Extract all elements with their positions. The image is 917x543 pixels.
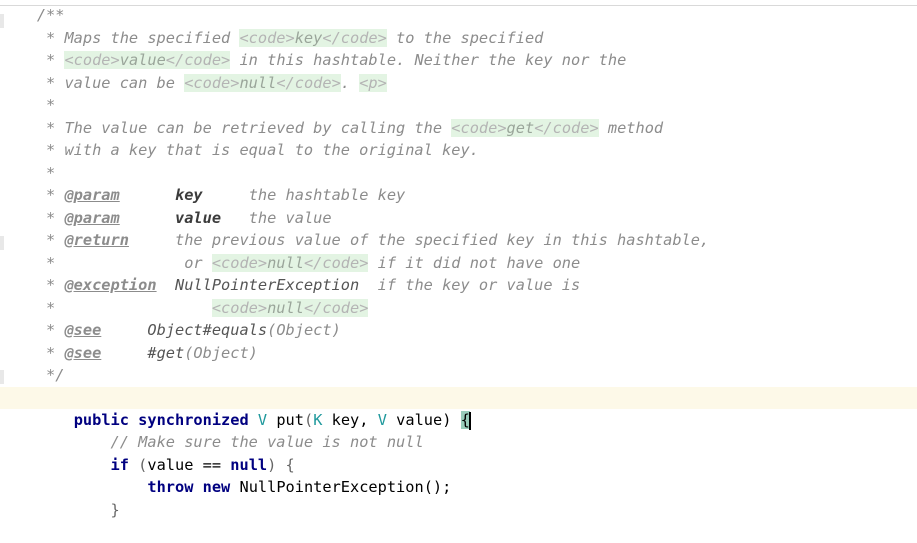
javadoc-tag: @see <box>64 344 102 362</box>
javadoc-text: * Maps the specified <box>0 29 240 47</box>
javadoc-spacing <box>129 231 175 249</box>
javadoc-description: the hashtable key <box>248 186 406 204</box>
javadoc-tag: @return <box>64 231 129 249</box>
code-line-if[interactable]: if (value == null) { <box>0 432 917 474</box>
javadoc-tag: @see <box>64 321 102 339</box>
javadoc-line[interactable]: * @see Object#equals(Object) <box>0 319 917 341</box>
javadoc-signature: (Object) <box>184 344 258 362</box>
javadoc-text: method <box>598 119 664 137</box>
code-line-throw[interactable]: throw new NullPointerException(); <box>0 454 917 496</box>
javadoc-text: * <box>0 96 56 114</box>
javadoc-text: * <box>0 276 65 294</box>
javadoc-text: * <box>0 186 65 204</box>
javadoc-text: in this hashtable. Neither the key nor t… <box>230 51 627 69</box>
javadoc-text: * <box>0 209 65 227</box>
html-tag-content: key <box>294 29 323 47</box>
html-tag-content: null <box>267 254 304 272</box>
javadoc-line[interactable]: * @exception NullPointerException if the… <box>0 274 917 296</box>
javadoc-line[interactable]: */ <box>0 364 917 386</box>
javadoc-text: if it did not have one <box>368 254 581 272</box>
html-tag-open: <code> <box>211 299 268 317</box>
javadoc-param-name: value <box>175 209 222 227</box>
javadoc-reference: #get <box>147 344 185 362</box>
code-line-method-signature[interactable]: public synchronized V put(K key, V value… <box>0 387 917 430</box>
html-tag-close: </code> <box>322 29 387 47</box>
html-tag-content: null <box>239 74 277 92</box>
javadoc-spacing <box>101 344 147 362</box>
javadoc-reference: NullPointerException <box>175 276 360 294</box>
html-tag-content: value <box>119 51 166 69</box>
javadoc-spacing <box>157 276 175 294</box>
javadoc-text: to the specified <box>386 29 544 47</box>
html-tag-close: </code> <box>303 299 369 317</box>
html-tag-open: <code> <box>211 254 268 272</box>
javadoc-spacing <box>221 209 249 227</box>
javadoc-text: * or <box>0 254 212 272</box>
javadoc-reference: Object#equals <box>147 321 268 339</box>
html-tag-open: <code> <box>184 74 240 92</box>
html-tag-content: null <box>267 299 304 317</box>
html-tag-close: </code> <box>276 74 341 92</box>
javadoc-line[interactable]: * <box>0 94 917 116</box>
javadoc-line[interactable]: * <box>0 162 917 184</box>
javadoc-text: */ <box>0 366 65 384</box>
code-editor[interactable]: /** * Maps the specified <code>key</code… <box>0 0 917 519</box>
javadoc-line[interactable]: * @param value the value <box>0 207 917 229</box>
javadoc-line[interactable]: * value can be <code>null</code>. <p> <box>0 72 917 94</box>
html-tag-open: <code> <box>451 119 507 137</box>
code-line-comment[interactable]: // Make sure the value is not null <box>0 409 917 451</box>
javadoc-line[interactable]: /** <box>0 4 917 26</box>
javadoc-text: * value can be <box>0 74 185 92</box>
javadoc-text: * <box>0 164 56 182</box>
javadoc-line[interactable]: * <code>value</code> in this hashtable. … <box>0 49 917 71</box>
html-tag-open: <code> <box>64 51 120 69</box>
javadoc-text: * <box>0 344 65 362</box>
javadoc-text: * <box>0 321 65 339</box>
javadoc-text: * <box>0 299 212 317</box>
javadoc-spacing <box>203 186 249 204</box>
javadoc-tag: @exception <box>64 276 157 294</box>
javadoc-description: the previous value of the specified key … <box>175 231 710 249</box>
closing-brace: } <box>110 501 120 519</box>
javadoc-description: the value <box>248 209 332 227</box>
javadoc-spacing <box>101 321 147 339</box>
javadoc-spacing <box>120 209 175 227</box>
javadoc-line[interactable]: * or <code>null</code> if it did not hav… <box>0 252 917 274</box>
javadoc-text: * The value can be retrieved by calling … <box>0 119 452 137</box>
javadoc-line[interactable]: * @return the previous value of the spec… <box>0 229 917 251</box>
javadoc-text: * <box>0 51 65 69</box>
javadoc-tag: @param <box>64 186 120 204</box>
javadoc-line[interactable]: * @param key the hashtable key <box>0 184 917 206</box>
html-tag-close: </code> <box>534 119 599 137</box>
html-tag-open: <code> <box>239 29 295 47</box>
javadoc-signature: (Object) <box>267 321 341 339</box>
html-tag-paragraph: <p> <box>359 74 387 92</box>
javadoc-text: * with a key that is equal to the origin… <box>0 141 479 159</box>
javadoc-spacing <box>120 186 175 204</box>
html-tag-close: </code> <box>303 254 369 272</box>
javadoc-text: if the key or value is <box>359 276 581 294</box>
javadoc-tag: @param <box>64 209 120 227</box>
javadoc-line[interactable]: * @see #get(Object) <box>0 342 917 364</box>
javadoc-line[interactable]: * Maps the specified <code>key</code> to… <box>0 27 917 49</box>
html-tag-content: get <box>506 119 535 137</box>
javadoc-param-name: key <box>175 186 203 204</box>
html-tag-close: </code> <box>165 51 231 69</box>
code-line-close-brace[interactable]: } <box>0 477 917 519</box>
javadoc-line[interactable]: * The value can be retrieved by calling … <box>0 117 917 139</box>
javadoc-line[interactable]: * <code>null</code> <box>0 297 917 319</box>
javadoc-text: * <box>0 231 65 249</box>
javadoc-text: . <box>340 74 360 92</box>
javadoc-text: /** <box>0 6 65 24</box>
javadoc-line[interactable]: * with a key that is equal to the origin… <box>0 139 917 161</box>
